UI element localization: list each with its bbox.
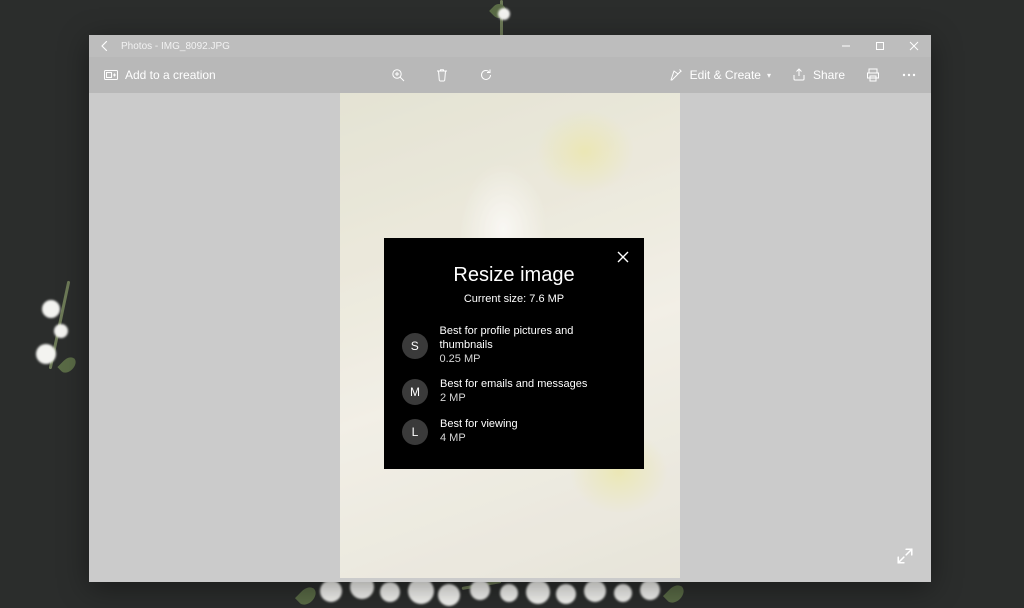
fullscreen-icon [896, 547, 914, 565]
add-to-creation-label: Add to a creation [125, 68, 216, 82]
edit-create-icon [668, 67, 684, 83]
decorative-flower [614, 584, 632, 602]
dialog-title: Resize image [402, 264, 626, 287]
edit-create-button[interactable]: Edit & Create ▾ [660, 61, 779, 89]
back-arrow-icon [97, 38, 113, 54]
share-icon [791, 67, 807, 83]
delete-button[interactable] [426, 61, 458, 89]
decorative-flower [556, 584, 576, 604]
edit-create-label: Edit & Create [690, 68, 761, 82]
resize-option-small[interactable]: S Best for profile pictures and thumbnai… [402, 319, 626, 372]
decorative-flower [320, 580, 342, 602]
decorative-flower [36, 344, 56, 364]
decorative-flower [470, 580, 490, 600]
back-button[interactable] [89, 38, 121, 54]
trash-icon [434, 67, 450, 83]
decorative-flower [584, 580, 606, 602]
window-title: Photos - IMG_8092.JPG [121, 41, 230, 52]
resize-option-mp: 2 MP [440, 392, 587, 406]
decorative-flower [438, 584, 460, 606]
size-badge-s: S [402, 333, 428, 359]
resize-option-label: Best for profile pictures and thumbnails [440, 325, 627, 353]
print-icon [865, 67, 881, 83]
resize-option-label: Best for emails and messages [440, 378, 587, 392]
print-button[interactable] [857, 61, 889, 89]
size-badge-l: L [402, 419, 428, 445]
fullscreen-button[interactable] [891, 542, 919, 570]
decorative-flower [500, 584, 518, 602]
photos-app-window: Photos - IMG_8092.JPG Add to a creation [89, 35, 931, 582]
add-to-creation-icon [103, 67, 119, 83]
minimize-icon [841, 41, 851, 51]
rotate-icon [478, 67, 494, 83]
decorative-flower [54, 324, 68, 338]
add-to-creation-button[interactable]: Add to a creation [95, 61, 224, 89]
dialog-close-button[interactable] [612, 246, 634, 268]
close-icon [617, 251, 629, 263]
zoom-button[interactable] [382, 61, 414, 89]
chevron-down-icon: ▾ [767, 71, 771, 80]
share-label: Share [813, 68, 845, 82]
resize-option-label: Best for viewing [440, 418, 518, 432]
zoom-icon [390, 67, 406, 83]
maximize-button[interactable] [863, 35, 897, 57]
share-button[interactable]: Share [783, 61, 853, 89]
rotate-button[interactable] [470, 61, 502, 89]
decorative-flower [640, 580, 660, 600]
more-icon [901, 67, 917, 83]
content-area: Resize image Current size: 7.6 MP S Best… [89, 93, 931, 582]
resize-option-mp: 4 MP [440, 432, 518, 446]
resize-option-mp: 0.25 MP [440, 353, 627, 367]
resize-option-medium[interactable]: M Best for emails and messages 2 MP [402, 372, 626, 412]
decorative-leaf [57, 354, 78, 375]
close-button[interactable] [897, 35, 931, 57]
minimize-button[interactable] [829, 35, 863, 57]
toolbar: Add to a creation [89, 57, 931, 93]
maximize-icon [875, 41, 885, 51]
resize-image-dialog: Resize image Current size: 7.6 MP S Best… [384, 238, 644, 469]
decorative-leaf [295, 584, 319, 608]
decorative-flower [42, 300, 60, 318]
titlebar: Photos - IMG_8092.JPG [89, 35, 931, 57]
dialog-subtitle: Current size: 7.6 MP [402, 293, 626, 305]
resize-option-large[interactable]: L Best for viewing 4 MP [402, 412, 626, 452]
more-button[interactable] [893, 61, 925, 89]
decorative-leaf [663, 582, 687, 606]
size-badge-m: M [402, 379, 428, 405]
decorative-flower [526, 580, 550, 604]
close-icon [909, 41, 919, 51]
decorative-flower [498, 8, 510, 20]
decorative-flower [380, 582, 400, 602]
